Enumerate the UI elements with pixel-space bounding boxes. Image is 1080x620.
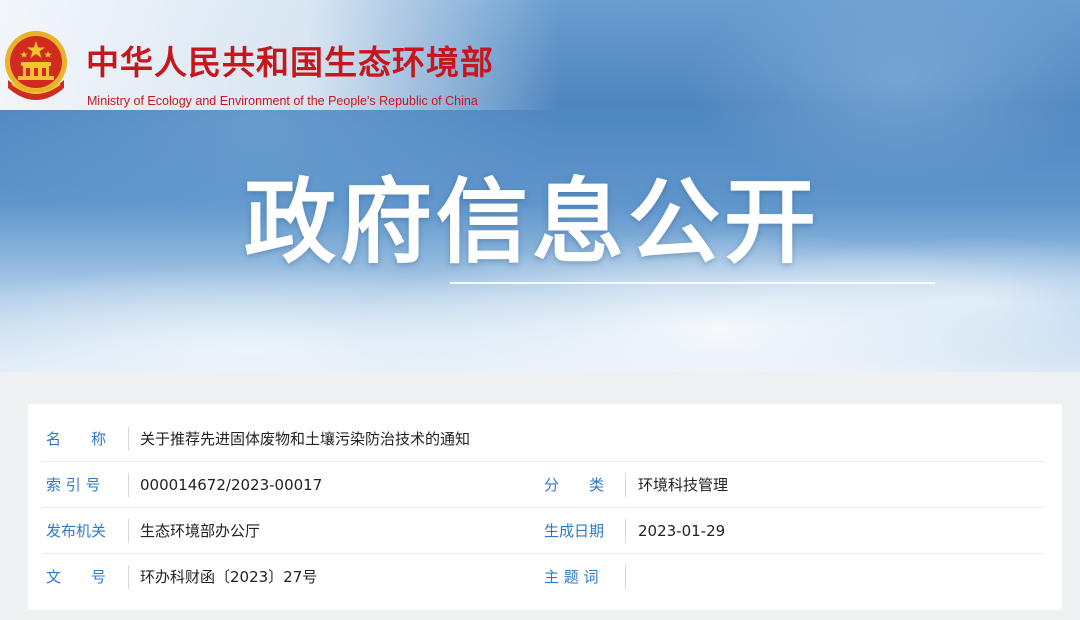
table-row: 名 称 关于推荐先进固体废物和土壤污染防治技术的通知	[28, 416, 1062, 462]
document-number-label: 文 号	[46, 568, 107, 586]
publisher-value: 生态环境部办公厅	[140, 522, 261, 540]
divider	[625, 519, 626, 543]
title-divider	[450, 282, 935, 284]
section-title: 政府信息公开	[244, 169, 821, 276]
national-emblem-icon	[5, 31, 67, 100]
table-row: 文 号 环办科财函〔2023〕27号 主 题 词	[28, 554, 1062, 600]
date-label: 生成日期	[544, 522, 605, 540]
category-label: 分 类	[544, 476, 605, 494]
divider	[128, 427, 129, 451]
index-number-value: 000014672/2023-00017	[140, 476, 323, 494]
category-value: 环境科技管理	[638, 476, 729, 494]
divider	[128, 519, 129, 543]
divider	[128, 473, 129, 497]
date-value: 2023-01-29	[638, 522, 726, 540]
name-value: 关于推荐先进固体废物和土壤污染防治技术的通知	[140, 430, 471, 448]
document-number-value: 环办科财函〔2023〕27号	[140, 568, 318, 586]
header-banner: 中华人民共和国生态环境部 Ministry of Ecology and Env…	[0, 0, 1080, 372]
divider	[128, 565, 129, 589]
divider	[625, 565, 626, 589]
publisher-label: 发布机关	[46, 522, 107, 540]
index-number-label: 索 引 号	[46, 476, 101, 494]
table-row: 发布机关 生态环境部办公厅 生成日期 2023-01-29	[28, 508, 1062, 554]
name-label: 名 称	[46, 430, 107, 448]
keywords-label: 主 题 词	[544, 568, 599, 586]
ministry-name-cn: 中华人民共和国生态环境部	[86, 43, 494, 82]
ministry-name-en: Ministry of Ecology and Environment of t…	[87, 94, 478, 108]
table-row: 索 引 号 000014672/2023-00017 分 类 环境科技管理	[28, 462, 1062, 508]
document-info-table: 名 称 关于推荐先进固体废物和土壤污染防治技术的通知 索 引 号 0000146…	[28, 404, 1062, 610]
divider	[625, 473, 626, 497]
